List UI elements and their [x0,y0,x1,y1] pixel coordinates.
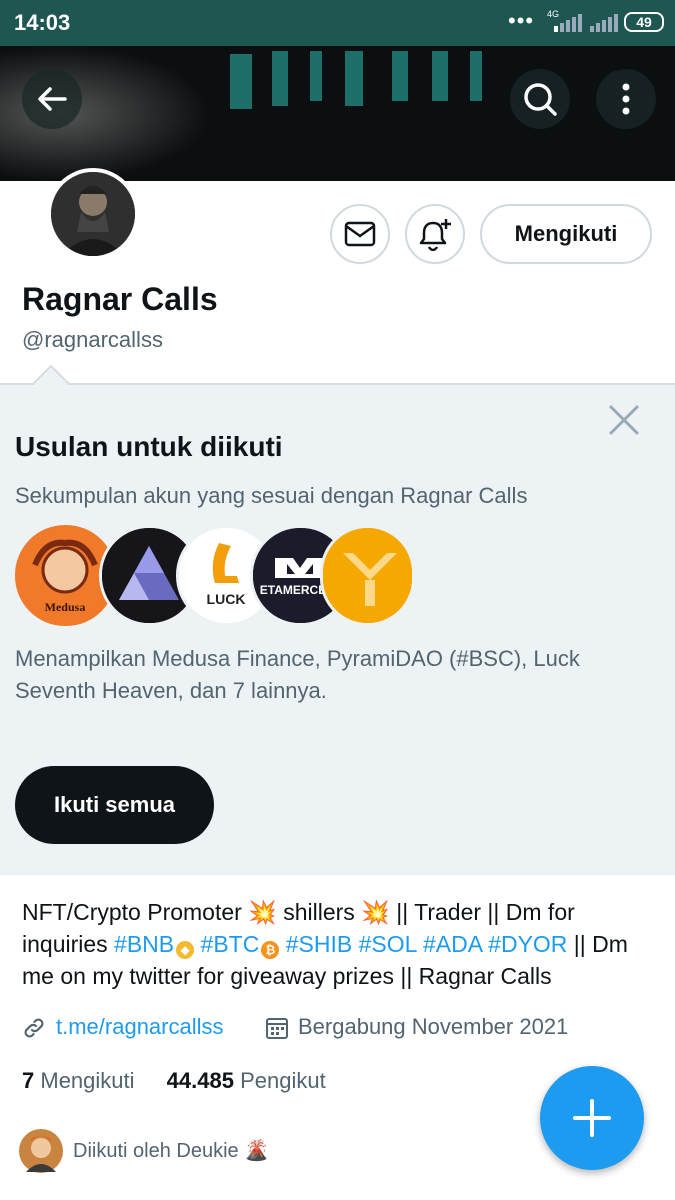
following-count: 7 [22,1068,35,1093]
bio-hashtag[interactable]: #SOL [359,931,417,957]
suggested-avatar-yellow[interactable] [320,525,415,626]
bio-hashtag[interactable]: #BNB [114,931,174,957]
profile-banner [0,46,675,181]
bio-hashtag[interactable]: #SHIB [286,931,352,957]
close-icon [609,405,639,435]
mail-icon [344,221,376,247]
link-icon [24,1018,44,1038]
profile-avatar[interactable] [47,168,139,260]
bnb-coin-icon: ◆ [176,941,195,959]
metamerce-label: ETAMERCE [260,583,326,597]
follow-all-button[interactable]: Ikuti semua [15,766,214,844]
following-label: Mengikuti [40,1068,135,1093]
display-name: Ragnar Calls [22,281,218,317]
plus-icon [573,1099,611,1137]
bio-hashtag[interactable]: #BTC [201,931,260,957]
notify-button[interactable] [405,204,465,264]
luck-label: LUCK [207,591,246,607]
close-suggestions-button[interactable] [600,400,648,442]
calendar-icon [266,1018,288,1039]
battery-icon: 49 [624,12,664,32]
user-handle: @ragnarcallss [22,327,163,352]
followed-by-text: Diikuti oleh Deukie 🌋 [73,1140,270,1162]
back-button[interactable] [22,69,82,129]
more-vertical-icon [622,83,630,115]
arrow-left-icon [38,87,67,111]
profile-link[interactable]: t.me/ragnarcallss [56,1014,224,1040]
yellow-logo [323,528,412,623]
compose-button[interactable] [540,1066,644,1170]
profile-bio: NFT/Crypto Promoter 💥 shillers 💥 || Trad… [22,896,662,992]
follower-avatar [19,1129,63,1173]
btc-coin-icon: ₿ [261,941,280,959]
bell-plus-icon [419,219,451,251]
following-stat[interactable]: 7 Mengikuti [22,1068,135,1093]
signal-icon-2 [590,14,618,32]
search-icon [524,83,557,116]
following-button[interactable]: Mengikuti [480,204,652,264]
notification-dots-icon: ••• [508,8,535,33]
more-options-button[interactable] [596,69,656,129]
medusa-label: Medusa [45,600,86,614]
follow-stats: 7 Mengikuti 44.485 Pengikut [22,1068,326,1094]
suggestions-subtitle: Sekumpulan akun yang sesuai dengan Ragna… [15,483,528,508]
bio-hashtag[interactable]: #DYOR [488,931,567,957]
suggestions-title: Usulan untuk diikuti [15,431,283,462]
search-button[interactable] [510,69,570,129]
banner-image [0,46,675,181]
avatar-image [51,172,135,256]
status-time: 14:03 [14,10,71,35]
joined-date: Bergabung November 2021 [298,1014,569,1039]
followers-label: Pengikut [240,1068,326,1093]
followers-count: 44.485 [166,1068,234,1093]
message-button[interactable] [330,204,390,264]
followers-stat[interactable]: 44.485 Pengikut [167,1068,326,1093]
bio-hashtag[interactable]: #ADA [423,931,482,957]
signal-icon [554,14,582,32]
suggestions-description: Menampilkan Medusa Finance, PyramiDAO (#… [15,646,580,703]
status-bar: 14:03 ••• 4G 49 [0,0,675,46]
